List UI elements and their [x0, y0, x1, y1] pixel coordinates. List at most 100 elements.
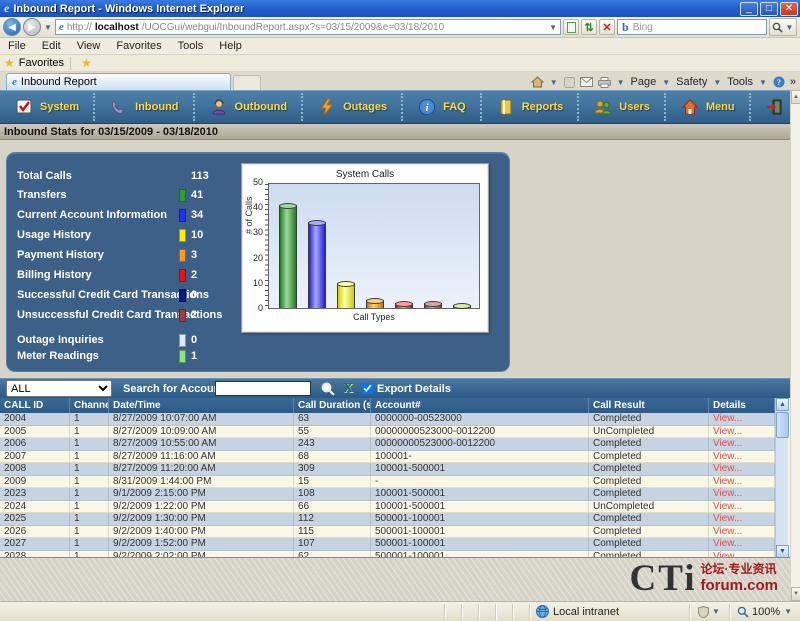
view-details-link[interactable]: View...	[713, 426, 742, 437]
scroll-up-arrow-icon[interactable]: ▲	[776, 398, 789, 411]
table-header: CALL ID Channel Date/Time Call Duration …	[0, 398, 775, 413]
tools-menu[interactable]: Tools	[727, 76, 753, 88]
forward-button[interactable]: ▶	[23, 18, 41, 36]
stat-color-swatch	[179, 309, 186, 322]
new-tab-button[interactable]	[233, 75, 261, 90]
view-details-link[interactable]: View...	[713, 476, 742, 487]
menu-edit[interactable]: Edit	[34, 40, 69, 52]
compatibility-icon	[567, 22, 576, 33]
home-dropdown-icon[interactable]: ▼	[550, 78, 558, 87]
shield-dropdown-icon[interactable]: ▼	[712, 607, 720, 616]
page-menu[interactable]: Page	[631, 76, 657, 88]
export-excel-button[interactable]: X	[340, 381, 356, 397]
add-favorite-icon[interactable]: ★	[81, 56, 92, 70]
view-details-link[interactable]: View...	[713, 438, 742, 449]
bing-icon: b	[622, 20, 629, 35]
maximize-button[interactable]: □	[760, 2, 778, 16]
home-icon[interactable]	[531, 76, 544, 88]
view-details-link[interactable]: View...	[713, 513, 742, 524]
page-scrollbar[interactable]: ▲ ▼	[790, 90, 800, 601]
zoom-dropdown-icon[interactable]: ▼	[784, 607, 792, 616]
account-search-input[interactable]	[215, 381, 311, 396]
magnifier-icon	[321, 382, 335, 396]
menu-favorites[interactable]: Favorites	[108, 40, 169, 52]
stat-item: Billing History2	[17, 268, 197, 282]
scroll-down-arrow-icon[interactable]: ▼	[776, 545, 789, 558]
stop-button[interactable]: ✕	[599, 19, 615, 35]
col-duration[interactable]: Call Duration (sec)	[294, 398, 371, 413]
nav-inbound[interactable]: Inbound	[95, 93, 194, 121]
view-details-link[interactable]: View...	[713, 526, 742, 537]
content-area: Total Calls113Transfers41Current Account…	[0, 140, 800, 378]
tab-strip: e Inbound Report ▼ ▼ Page ▼ Safety ▼ Tools…	[0, 72, 800, 90]
page-icon: e	[59, 21, 64, 33]
page-dropdown-icon[interactable]: ▼	[662, 78, 670, 87]
nav-outages[interactable]: Outages	[303, 93, 403, 121]
nav-users[interactable]: Users	[579, 93, 666, 121]
bing-search-input[interactable]: b Bing	[617, 19, 767, 35]
compatibility-view-button[interactable]	[563, 19, 579, 35]
view-details-link[interactable]: View...	[713, 538, 742, 549]
col-channel[interactable]: Channel	[70, 398, 109, 413]
nav-reports[interactable]: Reports	[482, 93, 580, 121]
nav-menu[interactable]: Menu	[666, 93, 751, 121]
y-axis-minor-ticks	[265, 184, 269, 308]
view-details-link[interactable]: View...	[713, 463, 742, 474]
url-field[interactable]: e http://localhost/UOCGui/webgui/Inbound…	[55, 19, 561, 35]
search-go-button[interactable]: ▼	[769, 18, 797, 36]
col-account[interactable]: Account#	[371, 398, 589, 413]
back-button[interactable]: ◀	[3, 18, 21, 36]
history-dropdown-icon[interactable]: ▼	[44, 23, 52, 32]
zoom-pane[interactable]: 100% ▼	[730, 604, 800, 620]
chart-plot-area: Call Types 01020304050	[268, 183, 480, 309]
info-icon: i	[417, 97, 437, 117]
page-scroll-up-icon[interactable]: ▲	[791, 90, 800, 104]
feeds-icon[interactable]	[564, 77, 575, 88]
nav-system[interactable]: System	[0, 93, 95, 121]
nav-faq[interactable]: i FAQ	[403, 93, 482, 121]
menu-help[interactable]: Help	[211, 40, 250, 52]
url-dropdown-icon[interactable]: ▼	[549, 23, 557, 32]
print-icon[interactable]	[598, 77, 611, 88]
favorites-button[interactable]: Favorites	[19, 57, 64, 69]
view-details-link[interactable]: View...	[713, 551, 742, 558]
table-scrollbar[interactable]: ▲ ▼	[775, 398, 788, 558]
security-zone-pane: Local intranet	[530, 604, 690, 620]
scrollbar-thumb[interactable]	[776, 412, 789, 438]
col-details[interactable]: Details	[709, 398, 775, 413]
menu-file[interactable]: File	[0, 40, 34, 52]
col-datetime[interactable]: Date/Time	[109, 398, 294, 413]
col-call-result[interactable]: Call Result	[589, 398, 709, 413]
result-filter-select[interactable]: ALL	[6, 380, 112, 397]
search-button[interactable]	[320, 381, 336, 397]
safety-menu[interactable]: Safety	[676, 76, 707, 88]
y-tick-label: 10	[247, 278, 263, 288]
y-tick-label: 50	[247, 177, 263, 187]
export-details-checkbox[interactable]	[362, 383, 373, 394]
close-button[interactable]: ✕	[780, 2, 798, 16]
safety-dropdown-icon[interactable]: ▼	[713, 78, 721, 87]
view-details-link[interactable]: View...	[713, 488, 742, 499]
refresh-button[interactable]: ⇅	[581, 19, 597, 35]
menu-tools[interactable]: Tools	[170, 40, 212, 52]
tab-inbound-report[interactable]: e Inbound Report	[6, 73, 231, 90]
view-details-link[interactable]: View...	[713, 413, 742, 424]
print-dropdown-icon[interactable]: ▼	[617, 78, 625, 87]
stop-icon: ✕	[602, 21, 611, 34]
read-mail-icon[interactable]	[580, 77, 593, 87]
view-details-link[interactable]: View...	[713, 451, 742, 462]
command-overflow-chevron[interactable]: »	[790, 76, 796, 88]
menu-bar: File Edit View Favorites Tools Help	[0, 38, 800, 55]
menu-view[interactable]: View	[69, 40, 109, 52]
help-icon[interactable]: ?	[773, 76, 785, 88]
tools-dropdown-icon[interactable]: ▼	[759, 78, 767, 87]
users-icon	[593, 97, 613, 117]
stat-item: Payment History3	[17, 248, 197, 262]
view-details-link[interactable]: View...	[713, 501, 742, 512]
col-call-id[interactable]: CALL ID	[0, 398, 70, 413]
nav-outbound[interactable]: Outbound	[195, 93, 304, 121]
calls-table: CALL ID Channel Date/Time Call Duration …	[0, 398, 790, 558]
page-scroll-down-icon[interactable]: ▼	[791, 587, 800, 601]
minimize-button[interactable]: _	[740, 2, 758, 16]
protected-mode-pane[interactable]: ▼	[690, 604, 730, 620]
